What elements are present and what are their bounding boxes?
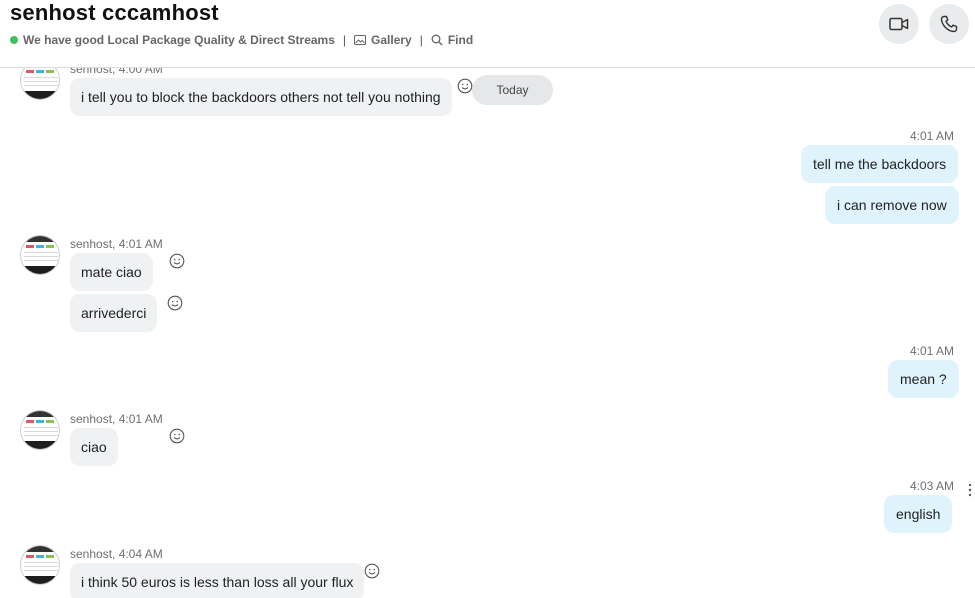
find-label: Find bbox=[447, 33, 474, 47]
message-meta: senhost, 4:00 AM bbox=[70, 68, 163, 76]
outgoing-message[interactable]: mean ? bbox=[888, 360, 959, 398]
message-list[interactable]: senhost, 4:00 AM i tell you to block the… bbox=[0, 68, 975, 598]
smiley-reaction-icon[interactable] bbox=[169, 428, 185, 444]
avatar[interactable] bbox=[20, 545, 60, 585]
contact-subline: We have good Local Package Quality & Dir… bbox=[10, 33, 473, 47]
video-camera-icon bbox=[889, 17, 909, 31]
separator: | bbox=[342, 33, 347, 47]
incoming-message[interactable]: i tell you to block the backdoors others… bbox=[70, 78, 452, 116]
message-meta: senhost, 4:04 AM bbox=[70, 547, 163, 561]
smiley-reaction-icon[interactable] bbox=[364, 563, 380, 579]
incoming-message[interactable]: i think 50 euros is less than loss all y… bbox=[70, 563, 365, 598]
online-status-dot bbox=[10, 36, 18, 44]
date-divider: Today bbox=[472, 75, 553, 105]
search-icon bbox=[431, 34, 443, 46]
chat-header: senhost cccamhost We have good Local Pac… bbox=[0, 0, 975, 68]
phone-icon bbox=[940, 15, 958, 33]
message-meta: 4:01 AM bbox=[910, 344, 955, 358]
mood-message: We have good Local Package Quality & Dir… bbox=[23, 33, 335, 47]
outgoing-message[interactable]: i can remove now bbox=[825, 186, 959, 224]
avatar[interactable] bbox=[20, 68, 60, 100]
outgoing-message[interactable]: tell me the backdoors bbox=[801, 145, 959, 183]
gallery-icon bbox=[354, 35, 367, 45]
smiley-reaction-icon[interactable] bbox=[169, 253, 185, 269]
video-call-button[interactable] bbox=[879, 4, 919, 44]
find-link[interactable]: Find bbox=[431, 33, 473, 47]
separator: | bbox=[419, 33, 423, 47]
incoming-message[interactable]: mate ciao bbox=[70, 253, 153, 291]
outgoing-message[interactable]: english bbox=[884, 495, 953, 533]
smiley-reaction-icon[interactable] bbox=[167, 295, 183, 311]
avatar[interactable] bbox=[20, 235, 60, 275]
message-meta: 4:03 AM bbox=[910, 479, 955, 493]
audio-call-button[interactable] bbox=[929, 4, 969, 44]
gallery-label: Gallery bbox=[371, 33, 412, 47]
gallery-link[interactable]: Gallery bbox=[354, 33, 412, 47]
incoming-message[interactable]: arrivederci bbox=[70, 294, 158, 332]
contact-name[interactable]: senhost cccamhost bbox=[10, 0, 219, 26]
message-meta: senhost, 4:01 AM bbox=[70, 237, 163, 251]
message-meta: 4:01 AM bbox=[910, 129, 955, 143]
more-options-icon[interactable] bbox=[966, 482, 974, 498]
message-meta: senhost, 4:01 AM bbox=[70, 412, 163, 426]
avatar[interactable] bbox=[20, 410, 60, 450]
incoming-message[interactable]: ciao bbox=[70, 428, 118, 466]
smiley-reaction-icon[interactable] bbox=[457, 78, 473, 94]
